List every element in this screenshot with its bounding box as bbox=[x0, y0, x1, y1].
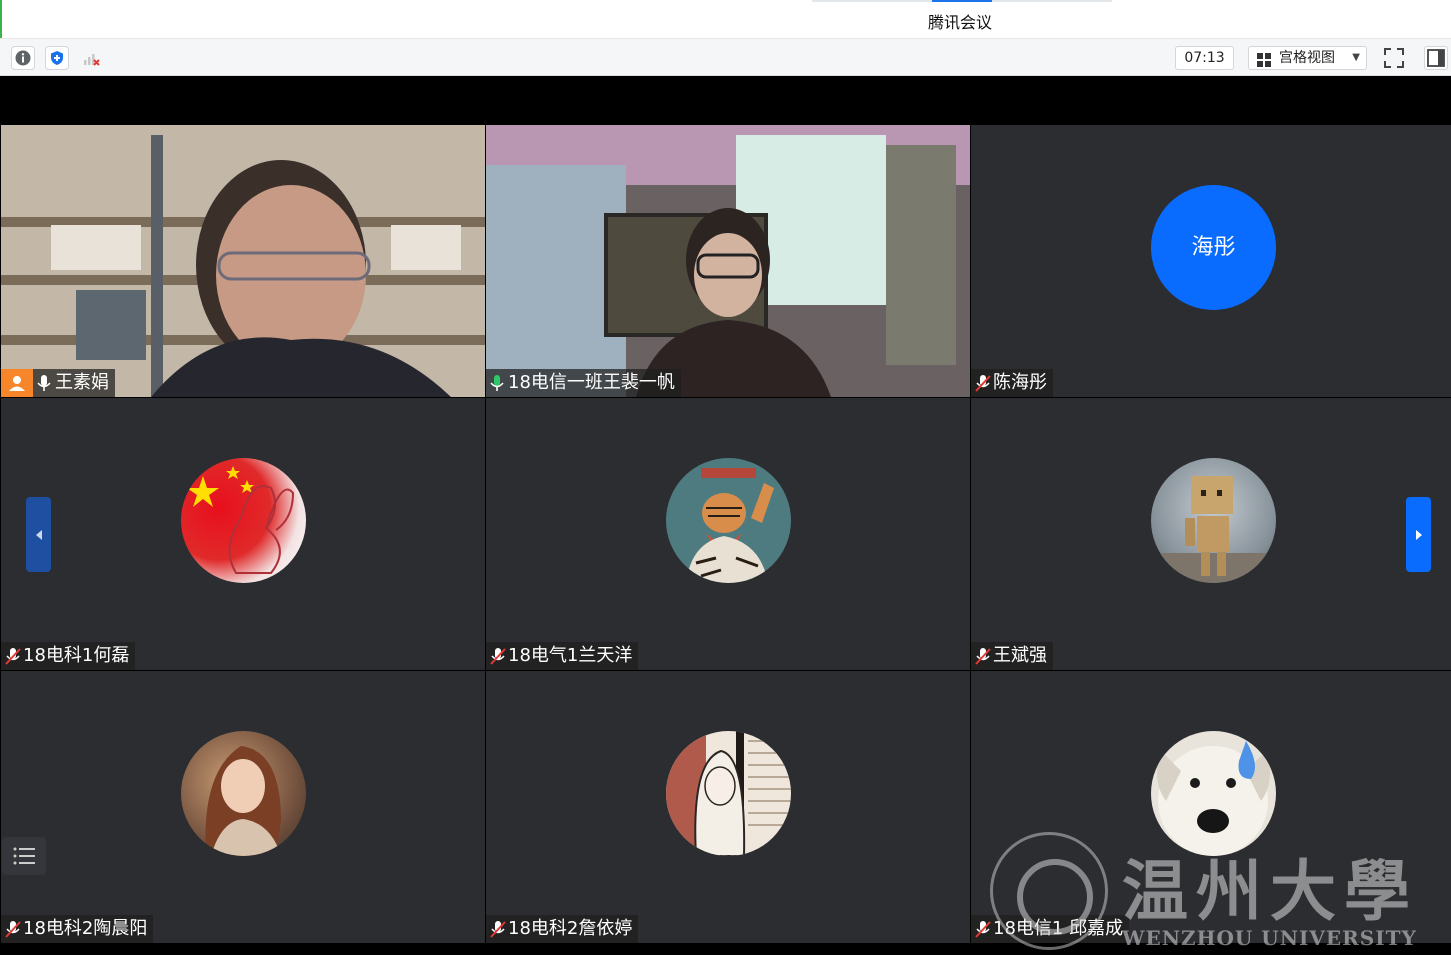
participant-name-tag: 王素娟 bbox=[33, 369, 115, 397]
video-tile-7[interactable]: 18电科2詹依婷 bbox=[486, 671, 970, 943]
next-page-button[interactable] bbox=[1406, 497, 1431, 572]
participant-name: 王素娟 bbox=[55, 372, 109, 393]
participant-name: 18电科1何磊 bbox=[23, 645, 130, 666]
window-title: 腾讯会议 bbox=[928, 13, 993, 32]
view-mode-label: 宫格视图 bbox=[1279, 50, 1335, 66]
participant-list-button[interactable] bbox=[2, 837, 46, 875]
prev-page-button[interactable] bbox=[26, 497, 51, 572]
participant-name-tag: 陈海彤 bbox=[971, 369, 1053, 397]
chevron-left-icon bbox=[36, 530, 42, 540]
mic-muted-icon bbox=[975, 648, 991, 665]
info-icon[interactable] bbox=[11, 46, 35, 70]
meeting-toolbar: 07:13 宫格视图 ▼ bbox=[0, 38, 1451, 76]
participant-name: 陈海彤 bbox=[993, 372, 1047, 393]
participant-name-tag: 18电科1何磊 bbox=[1, 642, 136, 670]
video-tile-3[interactable]: 18电科1何磊 bbox=[1, 398, 485, 670]
participant-name: 王斌强 bbox=[993, 645, 1047, 666]
network-signal-icon[interactable] bbox=[79, 46, 103, 70]
mic-muted-icon bbox=[5, 648, 21, 665]
ink-girl-drawing bbox=[666, 731, 791, 856]
video-tile-4[interactable]: 18电气1兰天洋 bbox=[486, 398, 970, 670]
tab-indicator bbox=[812, 0, 1112, 2]
robot-drawing bbox=[1151, 476, 1276, 583]
participant-name-tag: 18电信一班王裴一帆 bbox=[486, 369, 681, 397]
participant-name-tag: 18电信1 邱嘉成 bbox=[971, 915, 1130, 943]
title-bar: 腾讯会议 bbox=[0, 0, 1451, 38]
dog-drawing bbox=[1157, 741, 1270, 856]
avatar: 海彤 bbox=[1151, 185, 1276, 310]
participant-name-tag: 18电科2詹依婷 bbox=[486, 915, 639, 943]
tiger-drawing bbox=[686, 468, 774, 583]
ink-girl-avatar bbox=[666, 731, 791, 856]
list-icon bbox=[13, 847, 35, 865]
mic-muted-icon bbox=[490, 648, 506, 665]
mic-muted-icon bbox=[975, 921, 991, 938]
video-tile-1[interactable]: 18电信一班王裴一帆 bbox=[486, 125, 970, 397]
bunny-drawing bbox=[187, 466, 295, 574]
participant-name: 18电科2詹依婷 bbox=[508, 918, 633, 939]
anime-girl-avatar bbox=[181, 731, 306, 856]
anime-girl-drawing bbox=[205, 746, 281, 856]
participant-name: 18电信一班王裴一帆 bbox=[508, 372, 675, 393]
sidebar-toggle-icon[interactable] bbox=[1424, 46, 1448, 70]
video-tile-0[interactable]: 王素娟 bbox=[1, 125, 485, 397]
participant-name: 18电信1 邱嘉成 bbox=[993, 918, 1124, 939]
mic-on-icon bbox=[490, 375, 504, 391]
view-mode-select[interactable]: 宫格视图 ▼ bbox=[1248, 46, 1367, 70]
white-dog-avatar bbox=[1151, 731, 1276, 856]
participant-name-tag: 18电气1兰天洋 bbox=[486, 642, 639, 670]
mic-muted-icon bbox=[490, 921, 506, 938]
fullscreen-icon[interactable] bbox=[1381, 46, 1407, 70]
grid-view-icon bbox=[1257, 52, 1271, 74]
participant-name: 18电气1兰天洋 bbox=[508, 645, 633, 666]
participant-name-tag: 王斌强 bbox=[971, 642, 1053, 670]
participant-name-tag: 18电科2陶晨阳 bbox=[1, 915, 154, 943]
mic-muted-icon bbox=[5, 921, 21, 938]
mic-on-icon bbox=[37, 375, 51, 391]
video-tile-8[interactable]: 18电信1 邱嘉成 bbox=[971, 671, 1451, 943]
meeting-timer: 07:13 bbox=[1175, 46, 1234, 70]
host-icon bbox=[9, 376, 25, 391]
participant-video bbox=[1, 125, 485, 397]
chevron-right-icon bbox=[1416, 530, 1422, 540]
video-tile-2[interactable]: 海彤 陈海彤 bbox=[971, 125, 1451, 397]
shield-icon[interactable] bbox=[45, 46, 69, 70]
host-badge bbox=[1, 369, 33, 397]
chevron-down-icon: ▼ bbox=[1352, 52, 1360, 63]
tiger-avatar bbox=[666, 458, 791, 583]
mic-muted-icon bbox=[975, 375, 991, 392]
video-tile-6[interactable]: 18电科2陶晨阳 bbox=[1, 671, 485, 943]
participant-video bbox=[486, 125, 970, 397]
participant-name: 18电科2陶晨阳 bbox=[23, 918, 148, 939]
video-tile-5[interactable]: 王斌强 bbox=[971, 398, 1451, 670]
flag-bunny-avatar bbox=[181, 458, 306, 583]
meeting-stage: 王素娟 18电信一班王裴一帆 海彤 陈海彤 18电科1何磊 18电气1兰天洋 王… bbox=[0, 76, 1451, 955]
cardboard-robot-avatar bbox=[1151, 458, 1276, 583]
